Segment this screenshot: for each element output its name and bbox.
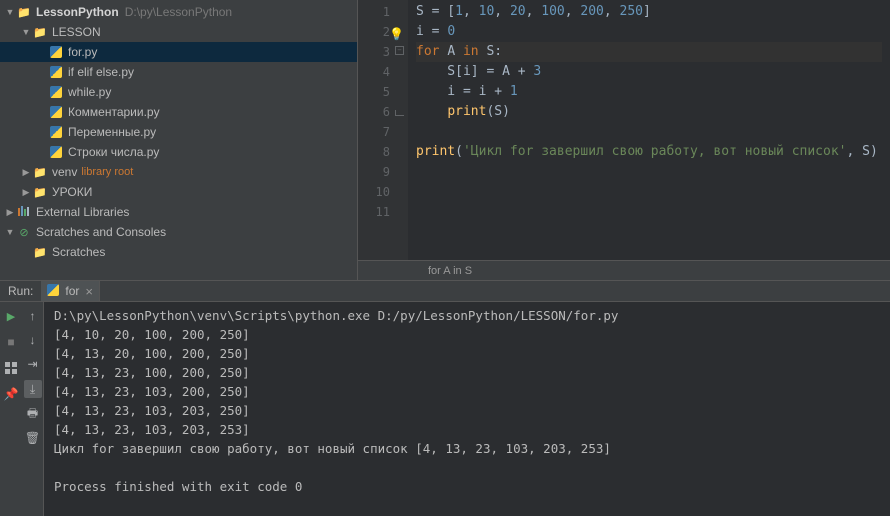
console-toolbar-right: ↑ ↓ ⇥ ⤓ 🖶 🗑 — [22, 302, 44, 516]
project-tree[interactable]: ▼📁 LessonPython D:\py\LessonPython ▼📁 LE… — [0, 0, 358, 280]
print-button[interactable]: 🖶 — [25, 406, 41, 422]
console-output[interactable]: D:\py\LessonPython\venv\Scripts\python.e… — [44, 302, 890, 516]
up-button[interactable]: ↑ — [25, 308, 41, 324]
python-file-icon — [48, 84, 64, 100]
file-item[interactable]: Переменные.py — [0, 122, 357, 142]
file-item[interactable]: if elif else.py — [0, 62, 357, 82]
libraries-icon — [16, 204, 32, 220]
layout-button[interactable] — [3, 360, 19, 376]
breadcrumb[interactable]: for A in S — [358, 260, 890, 280]
console-toolbar-left: ▶ ■ 📌 — [0, 302, 22, 516]
run-tab-label: for — [65, 284, 79, 298]
folder-lesson[interactable]: ▼📁 LESSON — [0, 22, 357, 42]
python-file-icon — [48, 144, 64, 160]
down-button[interactable]: ↓ — [25, 332, 41, 348]
scratches-folder[interactable]: 📁 Scratches — [0, 242, 357, 262]
scratches-icon: ⊘ — [16, 224, 32, 240]
file-item[interactable]: Строки числа.py — [0, 142, 357, 162]
root-path: D:\py\LessonPython — [125, 5, 232, 19]
file-item[interactable]: Комментарии.py — [0, 102, 357, 122]
file-item[interactable]: while.py — [0, 82, 357, 102]
code-editor[interactable]: 12💡3−4567891011 S = [1, 10, 20, 100, 200… — [358, 0, 890, 280]
python-file-icon — [48, 64, 64, 80]
run-tab[interactable]: for × — [41, 281, 100, 301]
editor-code[interactable]: S = [1, 10, 20, 100, 200, 250]i = 0for A… — [408, 0, 890, 260]
folder-venv[interactable]: ▶📁 venv library root — [0, 162, 357, 182]
project-root[interactable]: ▼📁 LessonPython D:\py\LessonPython — [0, 2, 357, 22]
file-item[interactable]: for.py — [0, 42, 357, 62]
stop-button[interactable]: ■ — [3, 334, 19, 350]
soft-wrap-button[interactable]: ⇥ — [25, 356, 41, 372]
root-label: LessonPython — [36, 5, 119, 19]
editor-gutter[interactable]: 12💡3−4567891011 — [358, 0, 408, 260]
rerun-button[interactable]: ▶ — [3, 308, 19, 324]
scratches-consoles[interactable]: ▼⊘ Scratches and Consoles — [0, 222, 357, 242]
library-root-tag: library root — [81, 166, 133, 178]
python-file-icon — [48, 104, 64, 120]
python-file-icon — [48, 124, 64, 140]
run-toolbar: Run: for × — [0, 280, 890, 302]
clear-button[interactable]: 🗑 — [25, 430, 41, 446]
folder-uroki[interactable]: ▶📁 УРОКИ — [0, 182, 357, 202]
pin-button[interactable]: 📌 — [3, 386, 19, 402]
python-file-icon — [48, 44, 64, 60]
scroll-to-end-button[interactable]: ⤓ — [24, 380, 42, 398]
python-icon — [47, 284, 61, 298]
close-icon[interactable]: × — [85, 284, 93, 299]
external-libraries[interactable]: ▶ External Libraries — [0, 202, 357, 222]
run-label: Run: — [0, 284, 41, 298]
